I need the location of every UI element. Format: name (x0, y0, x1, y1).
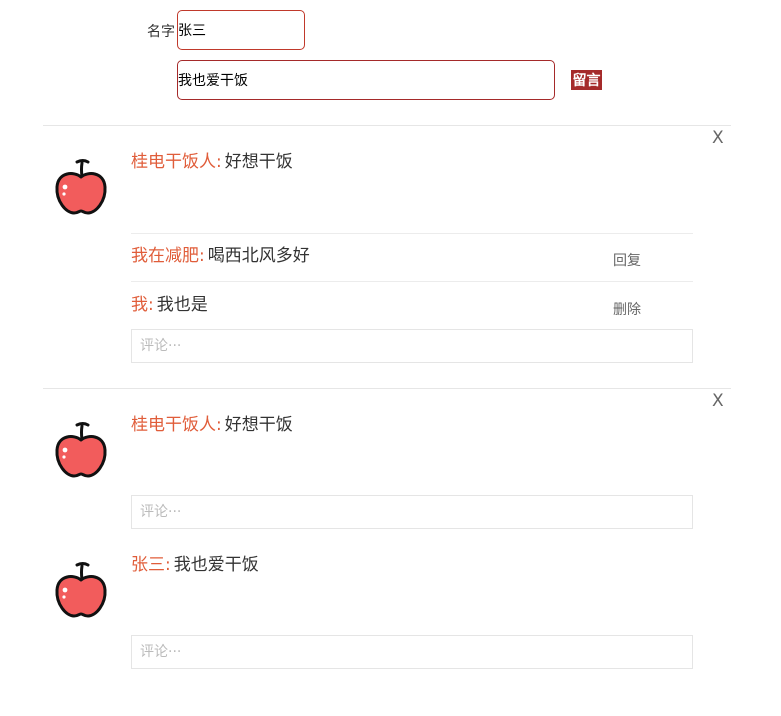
apple-icon (52, 560, 110, 620)
post-line: 桂电干饭人: 好想干饭 (131, 151, 293, 173)
message-input[interactable] (177, 60, 555, 100)
reply-divider (131, 281, 693, 282)
reply-text: 我也是 (156, 295, 208, 315)
thread-divider (43, 388, 731, 389)
name-label: 名字 (147, 24, 175, 40)
post-author[interactable]: 桂电干饭人 (131, 152, 216, 172)
reply-colon: : (199, 246, 205, 266)
post-text: 好想干饭 (224, 415, 293, 435)
submit-message-button[interactable]: 留言 (571, 70, 602, 90)
reply-line: 我: 我也是 (131, 294, 208, 316)
reply-author[interactable]: 我 (131, 295, 148, 315)
reply-button[interactable]: 回复 (613, 250, 641, 270)
comment-input[interactable] (131, 635, 693, 669)
post-line: 张三: 我也爱干饭 (131, 554, 259, 576)
reply-divider (131, 233, 693, 234)
post-colon: : (216, 152, 222, 172)
comment-input[interactable] (131, 495, 693, 529)
apple-icon (52, 157, 110, 217)
post-author[interactable]: 桂电干饭人 (131, 415, 216, 435)
post-text: 我也爱干饭 (173, 555, 259, 575)
reply-text: 喝西北风多好 (207, 246, 310, 266)
thread-divider (43, 125, 731, 126)
post-text: 好想干饭 (224, 152, 293, 172)
delete-button[interactable]: 删除 (613, 299, 641, 319)
close-icon[interactable]: X (712, 391, 724, 411)
apple-icon (52, 420, 110, 480)
post-line: 桂电干饭人: 好想干饭 (131, 414, 293, 436)
comment-input[interactable] (131, 329, 693, 363)
name-input[interactable] (177, 10, 305, 50)
reply-author[interactable]: 我在减肥 (131, 246, 199, 266)
post-author[interactable]: 张三 (131, 555, 165, 575)
post-colon: : (216, 415, 222, 435)
close-icon[interactable]: X (712, 128, 724, 148)
reply-line: 我在减肥: 喝西北风多好 (131, 245, 310, 267)
reply-colon: : (148, 295, 154, 315)
post-colon: : (165, 555, 171, 575)
